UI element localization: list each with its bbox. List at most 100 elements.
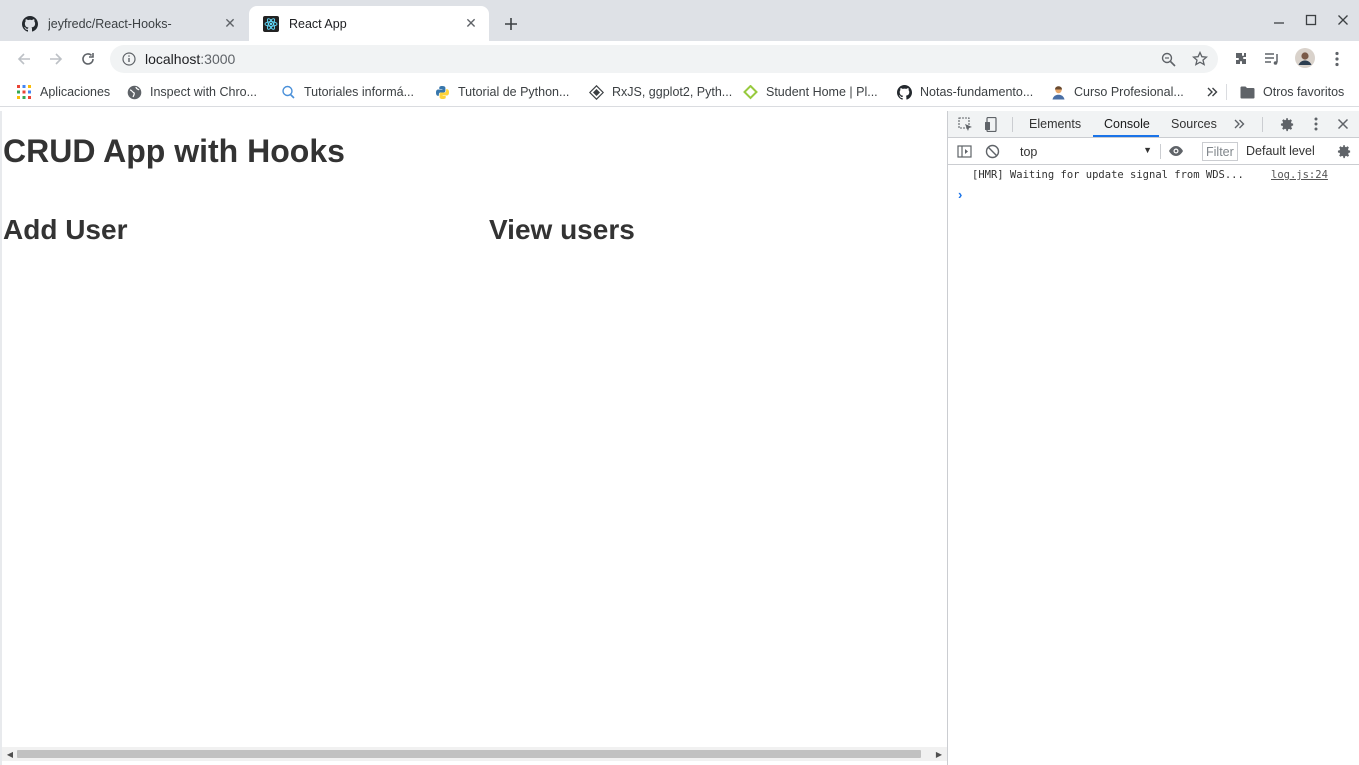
bookmark-item[interactable]: Tutoriales informá... [280, 83, 414, 101]
kebab-menu-icon[interactable] [1328, 50, 1346, 68]
bookmark-label: Otros favoritos [1263, 85, 1345, 99]
tab-sources[interactable]: Sources [1171, 117, 1217, 131]
bookmarks-bar: Aplicaciones Inspect with Chro... Tutori… [0, 77, 1359, 107]
tab-console[interactable]: Console [1104, 117, 1150, 131]
tab-title: React App [289, 16, 347, 31]
bookmark-label: Tutoriales informá... [304, 85, 414, 99]
scroll-left-icon[interactable]: ◀ [5, 749, 15, 759]
bookmark-item[interactable]: Student Home | Pl... [742, 83, 878, 101]
info-icon[interactable] [121, 51, 137, 67]
python-icon [434, 84, 450, 100]
github-icon [22, 15, 38, 32]
minimize-icon [1274, 22, 1284, 24]
devtools-divider [1012, 117, 1013, 132]
bookmark-item[interactable]: RxJS, ggplot2, Pyth... [588, 83, 732, 101]
close-window-button[interactable] [1333, 10, 1353, 30]
url-host: localhost [145, 51, 201, 67]
maximize-button[interactable] [1301, 10, 1321, 30]
console-message: [HMR] Waiting for update signal from WDS… [972, 169, 1244, 181]
arrow-right-icon [50, 53, 63, 65]
bookmark-item[interactable]: Inspect with Chro... [126, 83, 257, 101]
star-icon[interactable] [1192, 51, 1208, 67]
minimize-button[interactable] [1269, 10, 1289, 30]
bookmark-item[interactable]: Aplicaciones [16, 83, 110, 101]
more-bookmarks-button[interactable] [1206, 83, 1218, 101]
forward-button[interactable] [46, 49, 66, 69]
filter-input[interactable]: Filter [1202, 142, 1238, 161]
zoom-icon[interactable] [1160, 51, 1176, 67]
console-settings-icon[interactable] [1336, 143, 1352, 159]
console-message-row: [HMR] Waiting for update signal from WDS… [948, 165, 1359, 184]
url-text: localhost:3000 [145, 51, 235, 67]
platzi-icon [742, 84, 758, 100]
globe-icon [126, 84, 142, 100]
bookmarks-divider [1226, 84, 1227, 100]
url-port: :3000 [200, 51, 236, 67]
diamond-icon [588, 84, 604, 100]
console-toolbar: top ▼ Filter Default level [948, 138, 1359, 165]
sidebar-toggle-icon[interactable] [956, 143, 972, 159]
close-icon[interactable]: ✕ [463, 15, 479, 32]
search-bulb-icon [280, 84, 296, 100]
filter-placeholder: Filter [1206, 144, 1234, 159]
log-level-selector[interactable]: Default level [1246, 144, 1315, 158]
tab-title: jeyfredc/React-Hooks- [48, 16, 172, 31]
tab-react-app[interactable]: React App ✕ [249, 6, 489, 41]
scroll-right-icon[interactable]: ▶ [934, 749, 944, 759]
console-prompt[interactable]: › [958, 187, 962, 202]
close-icon[interactable] [1335, 116, 1351, 132]
reload-icon [82, 53, 94, 65]
tab-github[interactable]: jeyfredc/React-Hooks- ✕ [8, 6, 248, 41]
plus-icon [505, 18, 517, 30]
horizontal-scrollbar[interactable]: ◀ ▶ [2, 747, 947, 761]
new-tab-button[interactable] [500, 13, 522, 35]
caret-down-icon: ▼ [1143, 145, 1152, 155]
gear-icon[interactable] [1279, 116, 1295, 132]
inspect-element-icon[interactable] [957, 116, 973, 132]
bookmark-item[interactable]: Notas-fundamento... [896, 83, 1033, 101]
github-icon [896, 84, 912, 100]
bookmark-label: Tutorial de Python... [458, 85, 570, 99]
bookmark-label: RxJS, ggplot2, Pyth... [612, 85, 733, 99]
context-value: top [1020, 144, 1038, 159]
console-source-link[interactable]: log.js:24 [1271, 169, 1328, 181]
bookmark-label: Aplicaciones [40, 85, 111, 99]
bookmark-label: Inspect with Chro... [150, 85, 257, 99]
devtools-panel: Elements Console Sources top ▼ Filter De… [947, 111, 1359, 765]
media-control-icon[interactable] [1263, 50, 1281, 68]
avatar[interactable] [1295, 48, 1315, 68]
view-users-heading: View users [489, 214, 635, 245]
bookmark-item[interactable]: Curso Profesional... [1050, 83, 1184, 101]
add-user-heading: Add User [3, 214, 128, 245]
close-icon [1338, 15, 1348, 25]
browser-toolbar: localhost:3000 [0, 41, 1359, 77]
devtools-divider [1160, 144, 1161, 159]
device-toggle-icon[interactable] [983, 116, 999, 132]
bookmark-label: Curso Profesional... [1074, 85, 1184, 99]
arrow-left-icon [17, 53, 30, 65]
react-icon [263, 15, 279, 32]
page-title: CRUD App with Hooks [3, 133, 345, 169]
maximize-icon [1305, 14, 1317, 26]
tab-elements[interactable]: Elements [1029, 117, 1081, 131]
double-chevron-right-icon [1207, 87, 1218, 97]
reload-button[interactable] [78, 49, 98, 69]
address-bar[interactable]: localhost:3000 [110, 45, 1218, 73]
page-viewport: CRUD App with Hooks Add User View users … [0, 111, 947, 765]
kebab-menu-icon[interactable] [1308, 116, 1324, 132]
tab-strip: jeyfredc/React-Hooks- ✕ React App ✕ [0, 0, 1359, 41]
bookmark-label: Notas-fundamento... [920, 85, 1034, 99]
active-tab-indicator [1093, 135, 1159, 137]
close-icon[interactable]: ✕ [222, 15, 238, 32]
eye-icon[interactable] [1168, 143, 1184, 159]
bookmark-label: Student Home | Pl... [766, 85, 878, 99]
extensions-icon[interactable] [1232, 50, 1250, 68]
clear-console-icon[interactable] [984, 143, 1000, 159]
more-tabs-icon[interactable] [1231, 116, 1247, 132]
context-selector[interactable]: top ▼ [1020, 142, 1154, 161]
scrollbar-thumb[interactable] [17, 750, 921, 758]
bookmark-item[interactable]: Tutorial de Python... [434, 83, 569, 101]
back-button[interactable] [14, 49, 34, 69]
devtools-tab-bar: Elements Console Sources [948, 111, 1359, 138]
other-bookmarks-folder[interactable]: Otros favoritos [1239, 83, 1344, 101]
